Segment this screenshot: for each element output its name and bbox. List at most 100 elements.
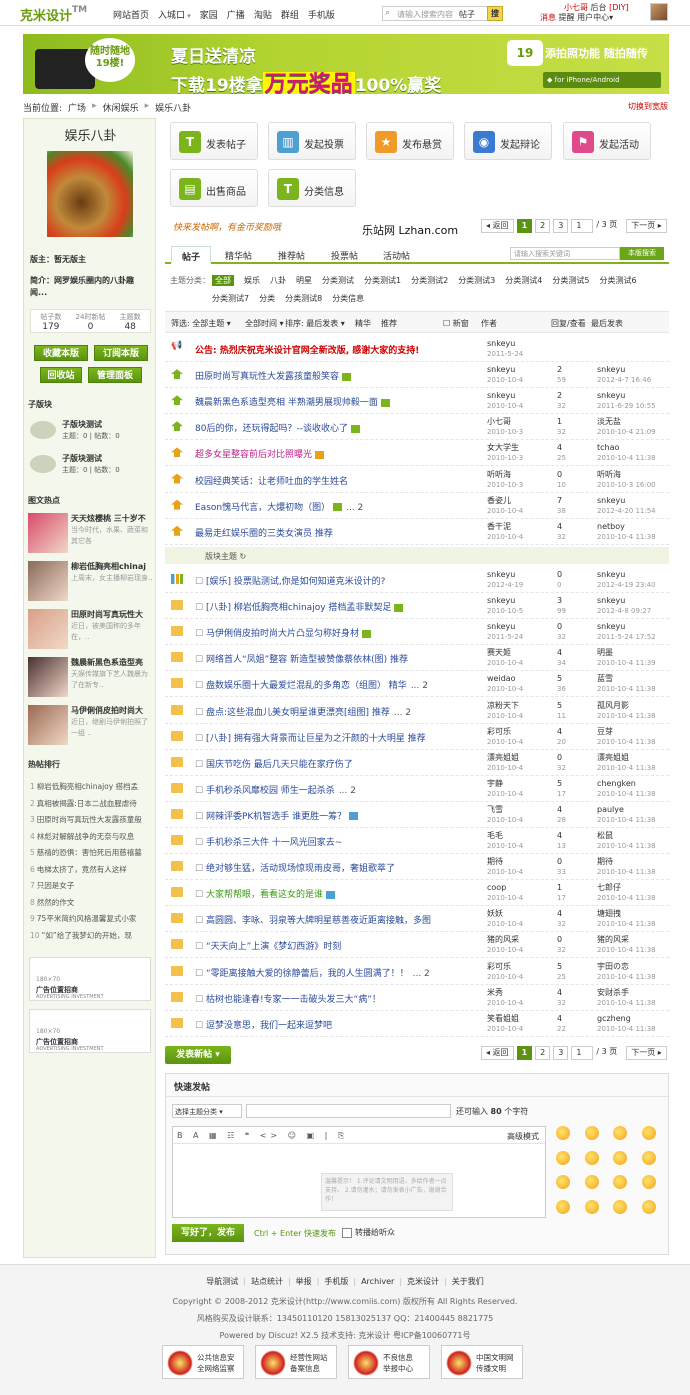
topic-category-select[interactable]: 选择主题分类 ▾ [172,1104,242,1118]
select-checkbox[interactable]: ☐ [195,681,206,691]
last-poster[interactable]: snkeyu [597,596,625,605]
author-name[interactable]: 听听海 [487,470,511,479]
last-post-date[interactable]: 2011-5-24 17:52 [597,633,656,641]
nav-groups[interactable]: 群组 [281,8,299,21]
last-poster[interactable]: chengken [597,779,636,788]
user-avatar[interactable] [650,3,668,21]
last-post-date[interactable]: 2010-10-4 11:38 [597,712,656,720]
last-post-date[interactable]: 2010-10-4 11:38 [597,894,656,902]
smiley-icon[interactable] [641,1199,656,1214]
thread-row[interactable]: 田原时尚写真玩性大发露孩童般笑容 snkeyu 2010-10-4 2 59 snkeyu… [165,362,669,389]
thread-row[interactable]: 📢 公告: 热烈庆祝克米设计官网全新改版, 感谢大家的支持! snkeyu 2011-… [165,336,669,362]
select-checkbox[interactable]: ☐ [195,708,206,718]
last-poster[interactable]: gczheng [597,1014,631,1023]
hot-item[interactable]: 2 真相被揭露:日本二战血腥虐待 [30,798,150,809]
thread-title-text[interactable]: [八卦] 柳岩低胸亮相chinajoy 搭档孟非默契足 [206,603,391,613]
pic-title[interactable]: 田原时尚写真玩性大 [71,609,153,620]
post-editor[interactable]: B A ▦ ☷ ❝ <> ☺ ▣ | ⎘ 高级模式 温馨提示！ 1.评论请文明用… [172,1126,546,1218]
thread-row[interactable]: ☐ “天天向上”上演《梦幻西游》时刻 猪的风采 2010-10-4 0 32 猪的风采 20… [165,932,669,959]
author-name[interactable]: 彩可乐 [487,727,511,736]
last-post-date[interactable]: 2010-10-4 11:38 [597,764,656,772]
thread-title-text[interactable]: 手机秒杀风靡校园 师生一起杀杀 [206,786,335,796]
tab-posts[interactable]: 帖子 [171,246,212,264]
thread-title-text[interactable]: [八卦] 拥有强大背景而让巨星为之汗颜的十大明星 推荐 [206,734,426,744]
select-checkbox[interactable]: ☐ [195,812,206,822]
thread-title[interactable]: ☐ [八卦] 柳岩低胸亮相chinajoy 搭档孟非默契足 [195,600,404,613]
select-checkbox[interactable]: ☐ [195,629,206,639]
thread-row[interactable]: ☐ 手机秒杀风靡校园 师生一起杀杀 ... 2 宇静 2010-10-4 5 17 chen… [165,776,669,802]
select-checkbox[interactable]: ☐ [195,864,206,874]
last-post-date[interactable]: 2010-10-4 11:38 [597,999,656,1007]
author-name[interactable]: 笑看姐姐 [487,1014,519,1023]
smiley-icon[interactable] [613,1150,627,1165]
last-post-date[interactable]: 2012-4-20 11:54 [597,507,656,515]
type-filter-item[interactable]: 分类测试5 [552,276,589,285]
thread-title[interactable]: ☐ [娱乐] 投票贴测试,你是如何知道克米设计的? [195,574,385,587]
nav-taotie[interactable]: 淘贴 [254,8,272,21]
pager-page[interactable]: 1 [516,1046,533,1060]
hot-item[interactable]: 8 然然的作文 [30,897,150,908]
select-checkbox[interactable]: ☐ [195,890,206,900]
footer-link[interactable]: 举报 [296,1277,312,1286]
thread-row[interactable]: ☐ 盘点:这些混血儿美女明星谁更漂亮[组图] 推荐... 2 凉粉天下 2010-1… [165,698,669,724]
start-poll-button[interactable]: ▥ 发起投票 [268,122,356,160]
diy-link[interactable]: [DIY] [609,3,629,12]
last-poster[interactable]: tchao [597,443,619,452]
thread-title-text[interactable]: 盘点:这些混血儿美女明星谁更漂亮[组图] 推荐 [206,708,390,718]
post-title-input[interactable] [246,1104,451,1118]
thread-pages[interactable]: ... 2 [411,681,428,691]
thread-pages[interactable]: ... 2 [346,503,363,513]
last-post-date[interactable]: 2012-4-8 09:27 [597,607,651,615]
footer-link[interactable]: 克米设计 [407,1277,439,1286]
last-poster[interactable]: 孤风月影 [597,701,629,710]
select-checkbox[interactable]: ☐ [195,786,206,796]
footer-badge[interactable]: 中国文明网 传播文明 [441,1345,523,1379]
last-post-date[interactable]: 2012-4-7 16:46 [597,376,651,384]
ad-slot[interactable]: 180×70 广告位置招商 ADVERTISING INVESTMENT [29,957,151,1001]
thread-title-text[interactable]: [娱乐] 投票贴测试,你是如何知道克米设计的? [206,577,386,587]
last-poster[interactable]: 期待 [597,857,613,866]
nav-home[interactable]: 网站首页 [113,8,149,21]
pager-next[interactable]: 下一页 ▸ [626,1046,667,1060]
username-link[interactable]: 小七哥 [564,3,588,12]
submit-post-button[interactable]: 写好了，发布 [172,1224,244,1242]
smiley-icon[interactable] [556,1150,570,1165]
last-post-date[interactable]: 2010-10-4 11:38 [597,1025,656,1033]
thread-row[interactable]: 魏晨新黑色系造型亮相 半熟潮男展现帅毅一面 snkeyu 2010-10-4 2 32 s… [165,388,669,415]
subforum-item[interactable]: 子版块测试 主题：0 | 帖数：0 [28,451,152,479]
thread-title[interactable]: ☐ 国庆节吃伤 最后几天只能在家疗伤了 [195,757,353,770]
hot-title[interactable]: 只因是女子 [37,881,75,890]
thread-title[interactable]: 田原时尚写真玩性大发露孩童般笑容 [195,369,352,382]
thread-row[interactable]: ☐ 马伊俐俏皮拍时尚大片凸显匀称好身材 snkeyu 2011-5-24 0 32 snk… [165,619,669,646]
last-post-date[interactable]: 2010-10-4 11:38 [597,816,656,824]
author-name[interactable]: snkeyu [487,365,515,374]
last-post-date[interactable]: 2010-10-4 11:38 [597,533,656,541]
thread-title[interactable]: 魏晨新黑色系造型亮相 半熟潮男展现帅毅一面 [195,395,390,408]
last-poster[interactable]: snkeyu [597,622,625,631]
thread-row[interactable]: ☐ 枯树也能逢春!专家一一击破头发三大“病”！ 米秀 2010-10-4 4 32 安财杀… [165,985,669,1011]
last-poster[interactable]: snkeyu [597,570,625,579]
smiley-icon[interactable] [584,1175,599,1189]
breadcrumb-item[interactable]: 娱乐八卦 [155,101,191,114]
hot-title[interactable]: 电梯太挤了，竟然有人这样 [37,865,127,874]
editor-toolbar[interactable]: B A ▦ ☷ ❝ <> ☺ ▣ | ⎘ [177,1131,348,1141]
pic-title[interactable]: 天天炫樱桃 三十岁不 [71,513,153,524]
thumbnail-image[interactable] [28,705,68,745]
thread-title[interactable]: ☐ 手机秒杀三大件 十一风光回家去~ [195,835,342,848]
hot-title[interactable]: “如”给了我梦幻的开始，现 [42,931,132,940]
select-checkbox[interactable]: ☐ [195,734,206,744]
type-filter-item[interactable]: 分类测试8 [285,294,322,303]
hot-item[interactable]: 5 慈禧的恐惧：害怕死后用慈禧墓 [30,847,150,858]
last-post-date[interactable]: 2010-10-3 16:00 [597,481,656,489]
thread-title[interactable]: 公告: 热烈庆祝克米设计官网全新改版, 感谢大家的支持! [195,343,419,356]
thread-title[interactable]: ☐ “天天向上”上演《梦幻西游》时刻 [195,939,341,952]
thread-title-text[interactable]: 高圆圆、李咏、羽泉等大牌明星慈善夜近距离接触，多图 [206,916,431,926]
thread-pages[interactable]: ... 2 [394,708,411,718]
pic-title[interactable]: 柳岩低胸亮相chinaj [71,561,153,572]
pager-next[interactable]: 下一页 ▸ [626,219,667,233]
thread-title-text[interactable]: “零距离接触大爱的徐静蕾后，我的人生圆满了！！ [206,969,409,979]
messages-link[interactable]: 消息 [540,13,556,22]
thread-title-text[interactable]: “天天向上”上演《梦幻西游》时刻 [206,942,341,952]
last-poster[interactable]: 安财杀手 [597,988,629,997]
pic-hot-item[interactable]: 田原时尚写真玩性大 近日，被美国称的多年在，.. [28,609,152,649]
